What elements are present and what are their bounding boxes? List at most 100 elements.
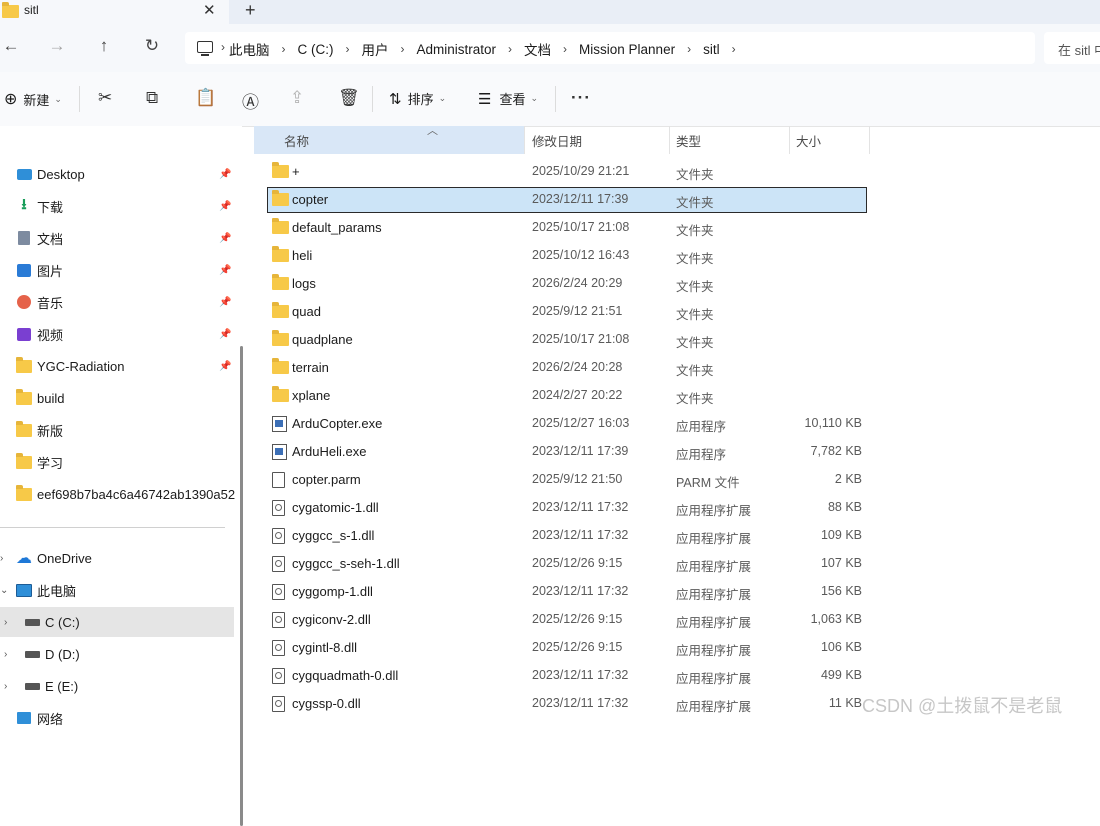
sidebar-item[interactable]: › E (E:) bbox=[0, 671, 234, 701]
column-header-type[interactable]: 类型 bbox=[676, 126, 788, 154]
file-row[interactable]: cyggcc_s-seh-1.dll 2025/12/26 9:15 应用程序扩展 1… bbox=[268, 552, 866, 576]
more-options-button[interactable]: ··· bbox=[571, 88, 591, 108]
pin-icon[interactable]: 📌 bbox=[219, 233, 231, 244]
chevron-right-icon[interactable]: › bbox=[282, 42, 286, 56]
plus-circle-icon: ⊕ bbox=[4, 91, 18, 108]
sidebar-item[interactable]: ⭳ 下载 📌 bbox=[0, 191, 234, 221]
sidebar-item[interactable]: 视频 📌 bbox=[0, 319, 234, 349]
column-header-name[interactable]: 名称 ︿ ⌄ bbox=[254, 125, 550, 154]
delete-icon[interactable]: 🗑 bbox=[338, 88, 360, 108]
sidebar-item[interactable]: Desktop 📌 bbox=[0, 159, 234, 189]
sidebar-item[interactable]: eef698b7ba4c6a46742ab1390a52 bbox=[0, 479, 235, 509]
column-divider[interactable] bbox=[789, 126, 790, 154]
tab-sitl[interactable]: sitl ✕ bbox=[0, 0, 229, 24]
file-row[interactable]: terrain 2026/2/24 20:28 文件夹 bbox=[268, 356, 866, 380]
file-row[interactable]: cygintl-8.dll 2025/12/26 9:15 应用程序扩展 106 KB bbox=[268, 636, 866, 660]
breadcrumb-item[interactable]: 文档 bbox=[524, 39, 551, 59]
address-bar[interactable]: › 此电脑 › C (C:) › 用户 › Administrator › 文档 › Mission… bbox=[185, 32, 1035, 64]
forward-button[interactable]: → bbox=[46, 36, 68, 56]
file-name: cygquadmath-0.dll bbox=[292, 668, 399, 683]
view-button[interactable]: ☰ 查看 ⌄ bbox=[478, 89, 538, 108]
pin-icon[interactable]: 📌 bbox=[219, 329, 231, 340]
refresh-button[interactable]: ↻ bbox=[141, 36, 163, 56]
share-icon[interactable]: ⇪ bbox=[290, 88, 304, 108]
sidebar-item[interactable]: build bbox=[0, 383, 234, 413]
file-row[interactable]: quadplane 2025/10/17 21:08 文件夹 bbox=[268, 328, 866, 352]
sidebar-item[interactable]: › ☁ OneDrive bbox=[0, 543, 234, 573]
file-row[interactable]: cyggomp-1.dll 2023/12/11 17:32 应用程序扩展 156 K… bbox=[268, 580, 866, 604]
column-header-size[interactable]: 大小 bbox=[796, 126, 866, 154]
file-row[interactable]: xplane 2024/2/27 20:22 文件夹 bbox=[268, 384, 866, 408]
new-tab-button[interactable]: + bbox=[245, 0, 256, 21]
sidebar-item[interactable]: 文档 📌 bbox=[0, 223, 234, 253]
chevron-right-icon[interactable]: › bbox=[563, 42, 567, 56]
file-row[interactable]: +2025/10/29 21:21 文件夹 bbox=[268, 160, 866, 184]
sidebar-item[interactable]: YGC-Radiation 📌 bbox=[0, 351, 234, 381]
drive-icon bbox=[24, 646, 40, 662]
breadcrumb-item[interactable]: C (C:) bbox=[298, 42, 334, 57]
chevron-right-icon[interactable]: › bbox=[346, 42, 350, 56]
chevron-right-icon[interactable]: › bbox=[687, 42, 691, 56]
rename-icon[interactable]: Ⓐ bbox=[242, 88, 259, 113]
chevron-right-icon[interactable]: › bbox=[0, 553, 3, 564]
sidebar-item[interactable]: 图片 📌 bbox=[0, 255, 234, 285]
up-button[interactable]: ↑ bbox=[93, 36, 115, 56]
file-row[interactable]: cygquadmath-0.dll 2023/12/11 17:32 应用程序扩展 4… bbox=[268, 664, 866, 688]
breadcrumb-item[interactable]: Administrator bbox=[417, 42, 497, 57]
breadcrumb-item[interactable]: 此电脑 bbox=[229, 39, 270, 59]
sidebar-item[interactable]: › C (C:) bbox=[0, 607, 234, 637]
folder-icon bbox=[272, 330, 289, 346]
cut-icon[interactable]: ✂ bbox=[98, 88, 112, 108]
file-row[interactable]: default_params 2025/10/17 21:08 文件夹 bbox=[268, 216, 866, 240]
pin-icon[interactable]: 📌 bbox=[219, 201, 231, 212]
close-tab-button[interactable]: ✕ bbox=[203, 1, 216, 19]
sidebar-item[interactable]: ⌄ 此电脑 bbox=[0, 575, 234, 605]
sidebar-item[interactable]: 新版 bbox=[0, 415, 234, 445]
file-row[interactable]: copter 2023/12/11 17:39 文件夹 bbox=[267, 187, 867, 213]
file-row[interactable]: ArduCopter.exe 2025/12/27 16:03 应用程序 10,110… bbox=[268, 412, 866, 436]
sidebar-item-label: C (C:) bbox=[45, 614, 80, 630]
pin-icon[interactable]: 📌 bbox=[219, 361, 231, 372]
file-row[interactable]: cygatomic-1.dll 2023/12/11 17:32 应用程序扩展 88 … bbox=[268, 496, 866, 520]
chevron-down-icon[interactable]: ⌄ bbox=[0, 585, 8, 596]
sort-button[interactable]: ⇅ 排序 ⌄ bbox=[389, 89, 446, 108]
pin-icon[interactable]: 📌 bbox=[219, 169, 231, 180]
file-row[interactable]: logs 2026/2/24 20:29 文件夹 bbox=[268, 272, 866, 296]
sidebar-item[interactable]: › D (D:) bbox=[0, 639, 234, 669]
chevron-right-icon[interactable]: › bbox=[4, 649, 7, 660]
column-divider[interactable] bbox=[524, 126, 525, 154]
chevron-right-icon[interactable]: › bbox=[401, 42, 405, 56]
file-date: 2026/2/24 20:29 bbox=[532, 276, 623, 290]
chevron-right-icon[interactable]: › bbox=[732, 42, 736, 56]
breadcrumb-item[interactable]: 用户 bbox=[362, 39, 389, 59]
sidebar-item[interactable]: 学习 bbox=[0, 447, 234, 477]
breadcrumb-item[interactable]: Mission Planner bbox=[579, 42, 675, 57]
file-row[interactable]: heli 2025/10/12 16:43 文件夹 bbox=[268, 244, 866, 268]
chevron-right-icon[interactable]: › bbox=[508, 42, 512, 56]
sidebar-item[interactable]: 网络 bbox=[0, 703, 234, 733]
file-row[interactable]: cygssp-0.dll 2023/12/11 17:32 应用程序扩展 11 KB bbox=[268, 692, 866, 716]
file-name: xplane bbox=[292, 388, 331, 403]
breadcrumb-item[interactable]: sitl bbox=[703, 42, 720, 57]
file-row[interactable]: cygiconv-2.dll 2025/12/26 9:15 应用程序扩展 1,063… bbox=[268, 608, 866, 632]
pictures-icon bbox=[16, 262, 32, 278]
file-row[interactable]: quad 2025/9/12 21:51 文件夹 bbox=[268, 300, 866, 324]
new-button[interactable]: ⊕ 新建 ⌄ bbox=[4, 89, 62, 109]
chevron-right-icon[interactable]: › bbox=[4, 617, 7, 628]
file-size: 109 KB bbox=[820, 528, 862, 542]
chevron-right-icon[interactable]: › bbox=[4, 681, 7, 692]
copy-icon[interactable]: ⧉ bbox=[146, 88, 158, 108]
pin-icon[interactable]: 📌 bbox=[219, 297, 231, 308]
column-divider[interactable] bbox=[669, 126, 670, 154]
file-row[interactable]: cyggcc_s-1.dll 2023/12/11 17:32 应用程序扩展 109 … bbox=[268, 524, 866, 548]
sidebar-scrollbar[interactable] bbox=[240, 346, 243, 826]
column-header-date[interactable]: 修改日期 bbox=[532, 126, 668, 154]
back-button[interactable]: ← bbox=[0, 36, 22, 56]
paste-icon[interactable]: 📋 bbox=[195, 88, 216, 108]
file-row[interactable]: copter.parm 2025/9/12 21:50 PARM 文件 2 KB bbox=[268, 468, 866, 492]
pin-icon[interactable]: 📌 bbox=[219, 265, 231, 276]
file-row[interactable]: ArduHeli.exe 2023/12/11 17:39 应用程序 7,782 KB bbox=[268, 440, 866, 464]
sidebar-item[interactable]: 音乐 📌 bbox=[0, 287, 234, 317]
search-input[interactable]: 在 sitl 中搜索 bbox=[1044, 32, 1100, 64]
column-divider[interactable] bbox=[869, 126, 870, 154]
